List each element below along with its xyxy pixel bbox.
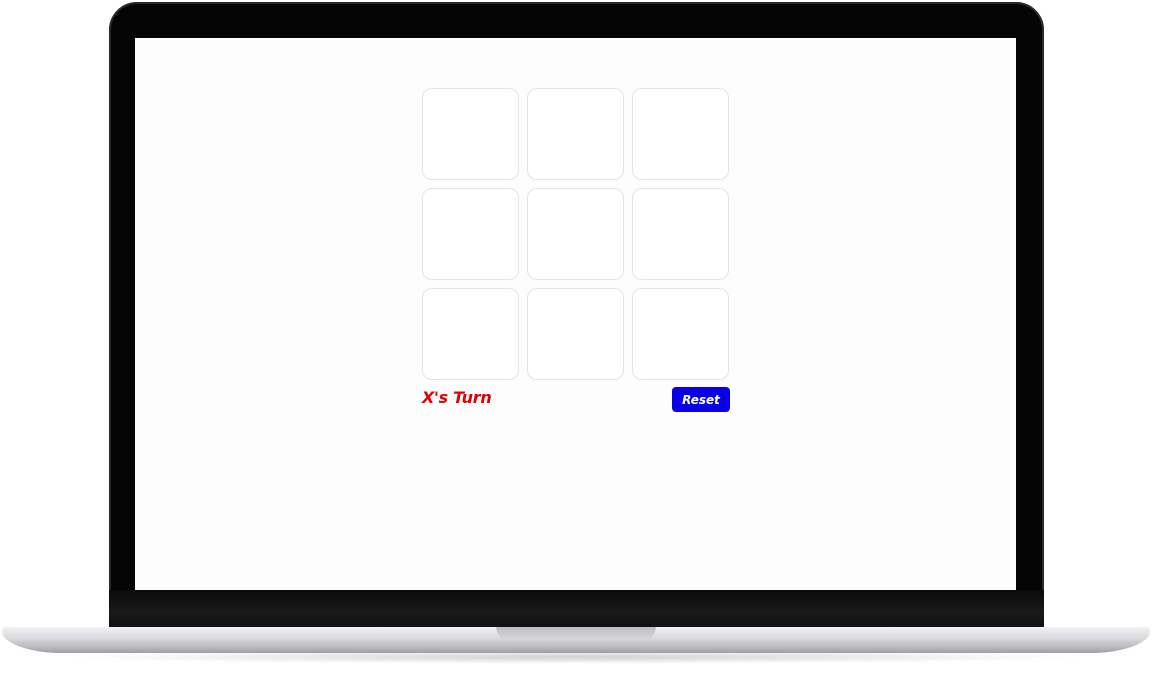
reset-button[interactable]: Reset <box>672 387 730 412</box>
board-cell-9[interactable] <box>632 288 729 380</box>
board-cell-2[interactable] <box>527 88 624 180</box>
turn-status: X's Turn <box>422 388 492 407</box>
board-cell-4[interactable] <box>422 188 519 280</box>
board-cell-3[interactable] <box>632 88 729 180</box>
board-cell-5[interactable] <box>527 188 624 280</box>
laptop-mockup: X's Turn Reset <box>0 0 1152 690</box>
laptop-screen: X's Turn Reset <box>135 38 1016 590</box>
board-cell-6[interactable] <box>632 188 729 280</box>
board-cell-7[interactable] <box>422 288 519 380</box>
laptop-bezel-bottom <box>109 590 1044 628</box>
board-cell-8[interactable] <box>527 288 624 380</box>
laptop-notch <box>496 627 656 640</box>
tic-tac-toe-board <box>422 88 730 380</box>
board-cell-1[interactable] <box>422 88 519 180</box>
